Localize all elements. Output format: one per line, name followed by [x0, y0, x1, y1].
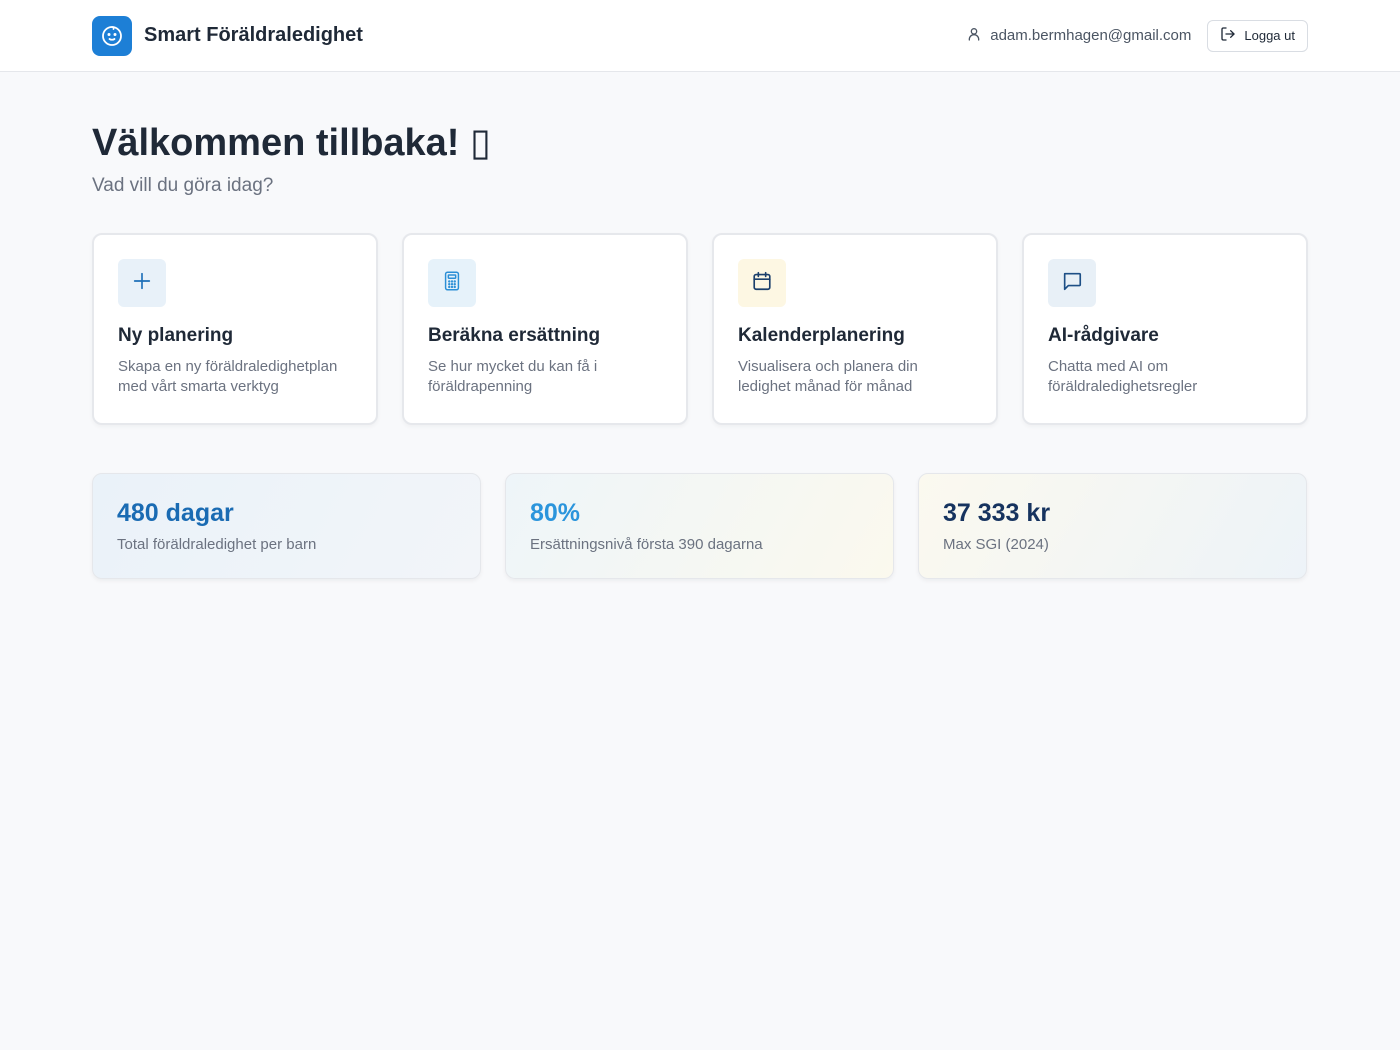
stat-label: Ersättningsnivå första 390 dagarna — [530, 536, 763, 553]
stats-row: 480 dagar Total föräldraledighet per bar… — [92, 473, 1308, 579]
user-icon — [966, 26, 982, 46]
main-content: Välkommen tillbaka! ▯ Vad vill du göra i… — [0, 72, 1400, 579]
card-icon-container — [1048, 259, 1096, 307]
stat-value: 80% — [530, 499, 581, 527]
stat-max-sgi: 37 333 kr Max SGI (2024) — [918, 473, 1307, 579]
card-icon-container — [118, 259, 166, 307]
action-cards: Ny planering Skapa en ny föräldraledighe… — [92, 233, 1308, 425]
baby-face-logo-icon — [92, 15, 132, 56]
app-name: Smart Föräldraledighet — [144, 24, 363, 46]
card-calculate-compensation[interactable]: Beräkna ersättning Se hur mycket du kan … — [402, 233, 688, 425]
card-description: Se hur mycket du kan få i föräldrapennin… — [428, 358, 598, 395]
card-title: Kalenderplanering — [738, 325, 905, 346]
logout-icon — [1220, 26, 1236, 45]
card-icon-container — [738, 259, 786, 307]
top-header: Smart Föräldraledighet adam.bermhagen@gm… — [0, 0, 1400, 72]
welcome-title-text: Välkommen tillbaka! — [92, 122, 460, 164]
card-description: Chatta med AI om föräldraledighetsregler — [1048, 358, 1198, 395]
welcome-subtitle: Vad vill du göra idag? — [92, 175, 274, 196]
plus-icon — [131, 270, 153, 297]
card-title: Beräkna ersättning — [428, 325, 601, 346]
stat-label: Max SGI (2024) — [943, 536, 1049, 553]
user-info: adam.bermhagen@gmail.com — [966, 26, 1191, 46]
stat-value: 37 333 kr — [943, 499, 1051, 527]
stat-value: 480 dagar — [117, 499, 234, 527]
card-description: Skapa en ny föräldraledighetplan med vår… — [118, 358, 338, 395]
calendar-icon — [751, 270, 773, 297]
user-email: adam.bermhagen@gmail.com — [990, 27, 1192, 44]
card-description: Visualisera och planera din ledighet mån… — [738, 358, 918, 395]
card-calendar-planning[interactable]: Kalenderplanering Visualisera och planer… — [712, 233, 998, 425]
card-ai-advisor[interactable]: AI-rådgivare Chatta med AI om föräldrale… — [1022, 233, 1308, 425]
welcome-title: Välkommen tillbaka! ▯ — [92, 120, 1308, 165]
chat-icon — [1061, 270, 1083, 297]
calculator-icon — [441, 270, 463, 297]
card-title: AI-rådgivare — [1048, 325, 1159, 346]
brand[interactable]: Smart Föräldraledighet — [92, 15, 363, 56]
stat-label: Total föräldraledighet per barn — [117, 536, 317, 553]
stat-total-days: 480 dagar Total föräldraledighet per bar… — [92, 473, 481, 579]
stat-compensation-level: 80% Ersättningsnivå första 390 dagarna — [505, 473, 894, 579]
card-title: Ny planering — [118, 325, 234, 346]
card-new-plan[interactable]: Ny planering Skapa en ny föräldraledighe… — [92, 233, 378, 425]
user-area: adam.bermhagen@gmail.com Logga ut — [966, 19, 1308, 52]
card-icon-container — [428, 259, 476, 307]
welcome-emoji: ▯ — [470, 120, 491, 164]
logout-button[interactable]: Logga ut — [1207, 19, 1308, 52]
logout-label: Logga ut — [1244, 28, 1295, 43]
